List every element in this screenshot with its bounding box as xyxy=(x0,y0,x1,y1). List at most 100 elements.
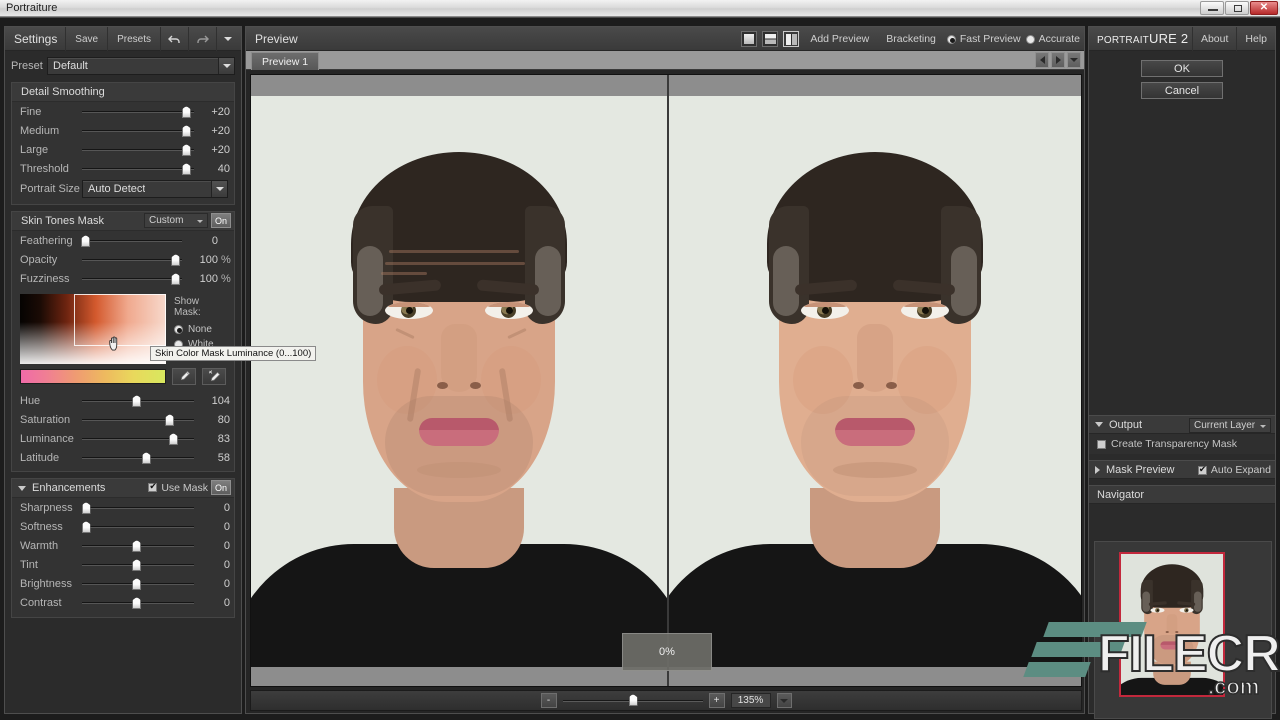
slider-thumb[interactable] xyxy=(132,540,141,552)
slider-thumb[interactable] xyxy=(81,235,90,247)
auto-expand-checkbox[interactable] xyxy=(1198,466,1207,475)
slider-thumb[interactable] xyxy=(82,502,91,514)
zoom-dropdown-button[interactable] xyxy=(777,693,792,708)
slider-thumb[interactable] xyxy=(132,578,141,590)
use-mask-checkbox[interactable] xyxy=(148,483,157,492)
undo-button[interactable] xyxy=(160,27,188,51)
slider-track-medium[interactable] xyxy=(82,121,200,140)
nostril-left xyxy=(437,382,448,389)
zoom-slider-thumb[interactable] xyxy=(629,694,638,706)
slider-thumb[interactable] xyxy=(182,106,191,118)
app-frame: Settings Save Presets xyxy=(0,17,1280,720)
close-button[interactable]: ✕ xyxy=(1250,1,1278,15)
eyedropper-button[interactable] xyxy=(172,368,196,385)
preset-select[interactable]: Default xyxy=(47,57,235,75)
detail-smoothing-title: Detail Smoothing xyxy=(12,83,234,102)
save-button[interactable]: Save xyxy=(65,27,107,51)
slider-track-large[interactable] xyxy=(82,140,200,159)
fast-preview-option[interactable]: Fast Preview xyxy=(947,33,1021,45)
split-divider[interactable] xyxy=(667,75,669,687)
single-view-button[interactable] xyxy=(741,31,757,47)
slider-track-contrast[interactable] xyxy=(82,593,200,612)
output-target-select[interactable]: Current Layer xyxy=(1189,418,1271,433)
about-button[interactable]: About xyxy=(1192,27,1236,51)
slider-thumb[interactable] xyxy=(182,163,191,175)
slider-track-hue[interactable] xyxy=(82,391,200,410)
create-transparency-mask-row[interactable]: Create Transparency Mask xyxy=(1089,434,1275,454)
preset-chevron[interactable] xyxy=(218,58,234,74)
slider-thumb[interactable] xyxy=(132,559,141,571)
enhancements-on-toggle[interactable]: On xyxy=(211,480,231,495)
settings-menu-button[interactable] xyxy=(216,27,239,51)
maximize-button[interactable] xyxy=(1225,1,1249,15)
slider-thumb[interactable] xyxy=(142,452,151,464)
skin-mask-preset-select[interactable]: Custom xyxy=(144,213,208,228)
minimize-button[interactable] xyxy=(1200,1,1224,15)
horizontal-split-view-button[interactable] xyxy=(762,31,778,47)
tab-next-button[interactable] xyxy=(1051,52,1065,68)
slider-track-fine[interactable] xyxy=(82,102,200,121)
tab-preview-1[interactable]: Preview 1 xyxy=(251,52,319,70)
tab-prev-button[interactable] xyxy=(1035,52,1049,68)
create-transparency-mask-checkbox[interactable] xyxy=(1097,440,1106,449)
portrait-size-select[interactable]: Auto Detect xyxy=(82,180,228,198)
accurate-radio[interactable] xyxy=(1026,35,1035,44)
skin-mask-on-toggle[interactable]: On xyxy=(211,213,231,228)
pupil-right xyxy=(922,307,929,314)
slider-track-saturation[interactable] xyxy=(82,410,200,429)
presets-button[interactable]: Presets xyxy=(107,27,160,51)
slider-track-luminance[interactable] xyxy=(82,429,200,448)
slider-track-softness[interactable] xyxy=(82,517,200,536)
slider-thumb[interactable] xyxy=(82,521,91,533)
enhancements-section: Enhancements Use Mask On Sharpness0Softn… xyxy=(11,478,235,618)
use-mask-checkbox-row[interactable]: Use Mask xyxy=(148,482,208,494)
slider-thumb[interactable] xyxy=(165,414,174,426)
auto-expand-row[interactable]: Auto Expand xyxy=(1198,464,1271,476)
vertical-split-view-button[interactable] xyxy=(783,31,799,47)
radio-icon[interactable] xyxy=(174,325,183,334)
slider-track-opacity[interactable] xyxy=(82,250,188,269)
slider-track-sharpness[interactable] xyxy=(82,498,200,517)
zoom-slider[interactable] xyxy=(563,693,703,708)
skin-hue-gradient-bar[interactable] xyxy=(20,369,166,384)
slider-track-brightness[interactable] xyxy=(82,574,200,593)
slider-thumb[interactable] xyxy=(182,125,191,137)
portrait-size-chevron[interactable] xyxy=(211,181,227,197)
slider-track-fuzziness[interactable] xyxy=(82,269,188,288)
slider-row-saturation: Saturation80 xyxy=(12,410,234,429)
zoom-out-button[interactable]: - xyxy=(541,693,557,708)
slider-track-threshold[interactable] xyxy=(82,159,200,178)
slider-thumb[interactable] xyxy=(132,395,141,407)
preview-canvas[interactable]: 0% xyxy=(250,74,1082,687)
enhancements-disclosure-icon[interactable] xyxy=(18,486,26,491)
navigator-body[interactable] xyxy=(1094,541,1272,719)
redo-button[interactable] xyxy=(188,27,216,51)
mask-preview-disclosure-icon[interactable] xyxy=(1095,466,1100,474)
zoom-value[interactable]: 135% xyxy=(731,693,771,708)
slider-track-feathering[interactable] xyxy=(82,231,188,250)
bracketing-button[interactable]: Bracketing xyxy=(880,33,942,45)
add-preview-button[interactable]: Add Preview xyxy=(804,33,875,45)
gray-temple-right xyxy=(535,246,561,316)
slider-thumb[interactable] xyxy=(171,273,180,285)
cancel-button[interactable]: Cancel xyxy=(1141,82,1223,99)
slider-thumb[interactable] xyxy=(169,433,178,445)
ok-button[interactable]: OK xyxy=(1141,60,1223,77)
slider-thumb[interactable] xyxy=(132,597,141,609)
fast-preview-radio[interactable] xyxy=(947,35,956,44)
slider-track-latitude[interactable] xyxy=(82,448,200,467)
navigator-thumbnail[interactable] xyxy=(1119,552,1225,697)
eyedropper-plus-button[interactable] xyxy=(202,368,226,385)
skin-color-square[interactable] xyxy=(20,294,166,364)
slider-thumb[interactable] xyxy=(171,254,180,266)
slider-track-warmth[interactable] xyxy=(82,536,200,555)
zoom-in-button[interactable]: + xyxy=(709,693,725,708)
tab-menu-button[interactable] xyxy=(1067,52,1081,68)
output-disclosure-icon[interactable] xyxy=(1095,422,1103,427)
accurate-option[interactable]: Accurate xyxy=(1026,33,1080,45)
help-button[interactable]: Help xyxy=(1236,27,1275,51)
preview-photo[interactable]: 0% xyxy=(251,96,1082,667)
slider-thumb[interactable] xyxy=(182,144,191,156)
show-mask-option-none[interactable]: None xyxy=(174,324,228,335)
slider-track-tint[interactable] xyxy=(82,555,200,574)
